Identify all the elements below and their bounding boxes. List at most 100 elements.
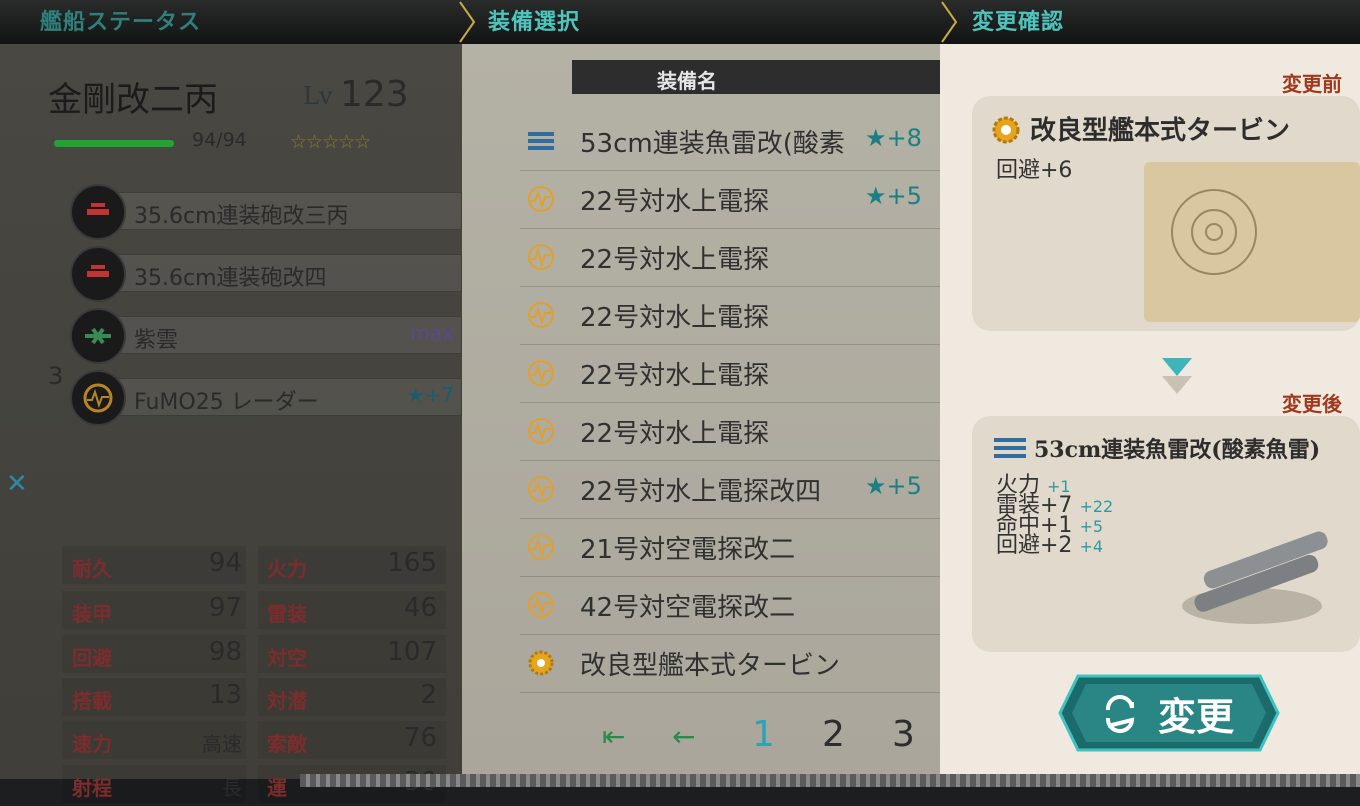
after-equip-card: 53cm連装魚雷改(酸素魚雷) 火力 +1 雷装+7 +22 命中+1 +5 回… (972, 416, 1360, 652)
before-equip-stat: 回避+6 (996, 158, 1073, 183)
equip-slot-3[interactable]: 紫雲 max (70, 308, 462, 364)
improvement-star: ★+8 (865, 124, 922, 152)
equip-list-item-name: 22号対水上電探 (580, 419, 770, 449)
equip-list-item-name: 42号対空電探改二 (580, 593, 796, 623)
improvement-star: ★+5 (865, 182, 922, 210)
stat-label: 回避 (72, 646, 112, 670)
proficiency-badge: max (410, 321, 454, 345)
equip-list-item[interactable]: 22号対水上電探 (520, 286, 960, 345)
stat-value: 2 (420, 680, 437, 710)
arrow-down-icon (1160, 356, 1194, 400)
slot-label: FuMO25 レーダー (134, 390, 319, 415)
change-button[interactable]: 変更 (1058, 674, 1280, 752)
stat-label: 対空 (267, 646, 307, 670)
stat-value: 94 (208, 548, 242, 578)
change-button-label: 変更 (1158, 694, 1235, 739)
improvement-star: ★+5 (865, 472, 922, 500)
stat-label: 搭載 (72, 689, 112, 713)
ship-name: 金剛改二丙 (48, 80, 218, 120)
slot-aircraft-count: 3 (48, 362, 64, 390)
page-number-current[interactable]: 1 (752, 714, 775, 755)
stat-label: 索敵 (267, 732, 307, 756)
crumb-ship-status[interactable]: 艦船ステータス (40, 4, 201, 36)
before-label: 変更前 (1282, 72, 1342, 96)
equip-list-item-name: 22号対水上電探 (580, 303, 770, 333)
page-number[interactable]: 3 (892, 714, 915, 755)
stat-value: 13 (208, 680, 242, 710)
main-gun-icon (70, 184, 126, 240)
equip-list-item[interactable]: 22号対水上電探 (520, 228, 960, 287)
equip-list-item-name: 22号対水上電探 (580, 361, 770, 391)
equip-slot-2[interactable]: 35.6cm連装砲改四 (70, 246, 462, 302)
top-breadcrumb-bar: 艦船ステータス 装備選択 変更確認 (0, 0, 1360, 45)
stat-value: 46 (403, 593, 437, 623)
stat-row: 回避 98 対空 107 (62, 632, 446, 676)
equip-list-item[interactable]: 53cm連装魚雷改(酸素 ★+8 (520, 112, 960, 171)
radar-icon (526, 416, 556, 446)
equip-list-item[interactable]: 22号対水上電探 ★+5 (520, 170, 960, 229)
after-equip-name: 53cm連装魚雷改(酸素魚雷) (1034, 437, 1321, 463)
stat-value: 107 (387, 637, 437, 667)
main-gun-icon (70, 246, 126, 302)
radar-icon (526, 300, 556, 330)
radar-icon (526, 358, 556, 388)
crumb-equip-select[interactable]: 装備選択 (488, 4, 580, 36)
level-value: 123 (340, 74, 409, 115)
equip-list-item-name: 22号対水上電探改四 (580, 477, 822, 507)
change-confirm-panel: 変更前 改良型艦本式タービン 回避+6 変更後 53cm連装魚雷改(酸素魚雷) … (940, 44, 1360, 779)
close-icon[interactable]: ✕ (6, 469, 28, 499)
equip-list-item[interactable]: 42号対空電探改二 (520, 576, 960, 635)
torpedo-icon (526, 126, 556, 156)
equip-list-item[interactable]: 21号対空電探改二 (520, 518, 960, 577)
bottom-decor-strip (300, 774, 1360, 787)
stat-label: 対潜 (267, 689, 307, 713)
radar-icon (526, 184, 556, 214)
column-header-equip-name: 装備名 (657, 69, 717, 93)
equip-list-item[interactable]: 22号対水上電探 (520, 402, 960, 461)
radar-icon (526, 590, 556, 620)
first-page-icon[interactable]: ⇤ (602, 720, 625, 753)
equip-list-item[interactable]: 22号対水上電探改四 ★+5 (520, 460, 960, 519)
stat-value: 97 (208, 593, 242, 623)
ship-status-panel: 金剛改二丙 Lv 123 94/94 ☆☆☆☆☆ 35.6cm連装砲改三丙 35… (0, 44, 470, 803)
level-label: Lv (303, 82, 333, 110)
radar-icon (526, 532, 556, 562)
equip-slot-4[interactable]: FuMO25 レーダー ★+7 (70, 370, 462, 426)
equipment-illustration (1144, 162, 1360, 322)
slot-label: 紫雲 (134, 328, 179, 353)
radar-icon (526, 242, 556, 272)
equip-slot-1[interactable]: 35.6cm連装砲改三丙 (70, 184, 462, 240)
slot-label: 35.6cm連装砲改四 (134, 266, 327, 291)
page-number[interactable]: 2 (822, 714, 845, 755)
after-stat-4: 回避+2 +4 (996, 533, 1104, 558)
stat-label: 雷装 (267, 602, 307, 626)
stat-label: 火力 (267, 557, 307, 581)
stat-label: 速力 (72, 732, 112, 756)
rarity-stars: ☆☆☆☆☆ (290, 131, 371, 153)
equip-list-item[interactable]: 22号対水上電探 (520, 344, 960, 403)
chevron-right-icon (458, 0, 476, 44)
seaplane-icon (70, 308, 126, 364)
after-label: 変更後 (1282, 392, 1342, 416)
equip-list-item-name: 53cm連装魚雷改(酸素 (580, 129, 845, 159)
equip-list-item[interactable]: 改良型艦本式タービン (520, 634, 960, 693)
turbine-icon (526, 648, 556, 678)
radar-icon (70, 370, 126, 426)
stat-row: 耐久 94 火力 165 (62, 543, 446, 587)
stat-value: 98 (208, 637, 242, 667)
improvement-star: ★+7 (406, 383, 454, 407)
before-equip-name: 改良型艦本式タービン (1030, 116, 1291, 146)
hp-text: 94/94 (192, 129, 247, 151)
before-equip-card: 改良型艦本式タービン 回避+6 (972, 96, 1360, 331)
equip-list-item-name: 22号対水上電探 (580, 245, 770, 275)
stat-row: 搭載 13 対潜 2 (62, 675, 446, 719)
hp-bar-fill (54, 140, 174, 147)
radar-icon (526, 474, 556, 504)
list-header: 装備名 (572, 60, 972, 94)
chevron-right-icon (940, 0, 958, 44)
equipment-list-panel: 装備名 53cm連装魚雷改(酸素 ★+8 22号対水上電探 ★+5 22号対水上電探 22… (462, 44, 972, 779)
stat-value: 165 (387, 548, 437, 578)
stat-value: 76 (403, 723, 437, 753)
prev-page-icon[interactable]: ← (672, 720, 695, 753)
equip-list-item-name: 22号対水上電探 (580, 187, 770, 217)
